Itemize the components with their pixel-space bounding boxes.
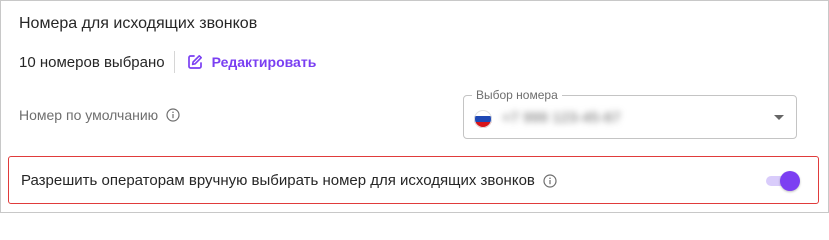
info-icon[interactable] (166, 108, 180, 122)
edit-label: Редактировать (211, 54, 317, 70)
info-icon[interactable] (543, 173, 557, 188)
default-number-row: Номер по умолчанию (19, 107, 180, 123)
edit-button[interactable]: Редактировать (187, 54, 317, 70)
default-number-label: Номер по умолчанию (19, 107, 159, 123)
section-title: Номера для исходящих звонков (19, 15, 258, 32)
edit-icon (187, 55, 202, 69)
manual-number-choice-label: Разрешить операторам вручную выбирать но… (21, 172, 535, 189)
divider (173, 51, 175, 73)
selected-number-value: +7 999 123-45-67 (502, 109, 621, 125)
toggle-thumb (780, 171, 800, 191)
manual-number-choice-row: Разрешить операторам вручную выбирать но… (8, 156, 819, 204)
selected-numbers-row: 10 номеров выбрано Редактировать (19, 51, 316, 73)
outgoing-calls-settings-panel: Номера для исходящих звонков 10 номеров … (0, 0, 829, 213)
russia-flag-icon (474, 110, 492, 128)
chevron-down-icon (774, 115, 784, 120)
number-select[interactable]: Выбор номера +7 999 123-45-67 (463, 88, 797, 139)
manual-number-choice-toggle[interactable] (764, 169, 800, 191)
manual-number-choice-label-wrap: Разрешить операторам вручную выбирать но… (21, 172, 557, 189)
number-select-legend: Выбор номера (472, 88, 562, 102)
selected-count: 10 номеров выбрано (19, 53, 165, 71)
